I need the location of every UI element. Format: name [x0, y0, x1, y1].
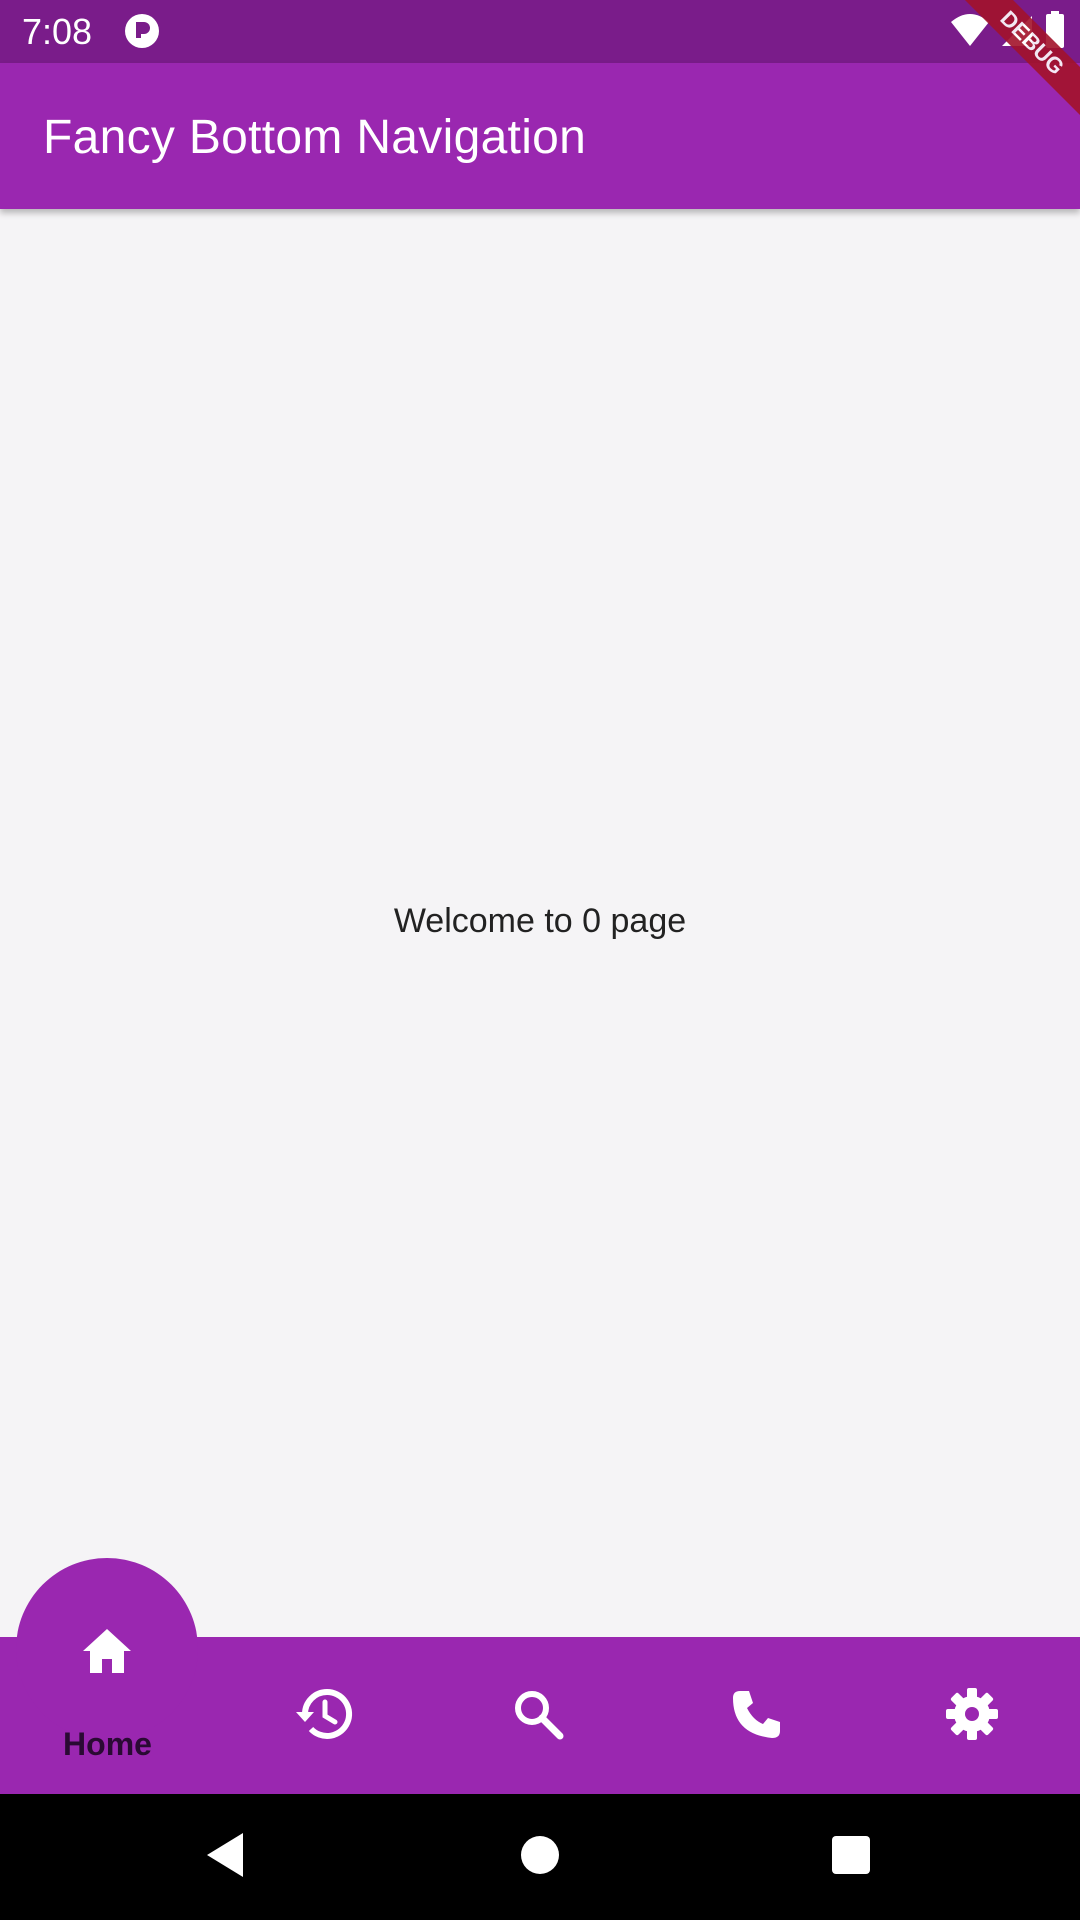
- notification-app-icon: [124, 13, 160, 49]
- nav-item-phone[interactable]: [726, 1686, 786, 1746]
- settings-icon: [945, 1687, 999, 1746]
- nav-item-home-label[interactable]: Home: [40, 1725, 175, 1763]
- system-navigation-bar: [0, 1794, 1080, 1920]
- back-icon: [203, 1831, 247, 1884]
- app-screen: 7:08 Fancy Bottom Navigation DEBUG Welco…: [0, 0, 1080, 1920]
- search-icon: [512, 1688, 564, 1745]
- square-icon: [831, 1835, 871, 1880]
- app-title: Fancy Bottom Navigation: [43, 111, 587, 164]
- page-content: Welcome to 0 page: [0, 209, 1080, 1637]
- app-bar: Fancy Bottom Navigation: [0, 63, 1080, 209]
- back-button[interactable]: [200, 1832, 250, 1882]
- home-system-button[interactable]: [515, 1832, 565, 1882]
- nav-item-history[interactable]: [294, 1686, 354, 1746]
- history-icon: [295, 1688, 353, 1745]
- nav-item-settings[interactable]: [942, 1686, 1002, 1746]
- welcome-message: Welcome to 0 page: [393, 902, 687, 940]
- circle-icon: [520, 1835, 560, 1880]
- recents-button[interactable]: [826, 1832, 876, 1882]
- phone-icon: [730, 1688, 782, 1745]
- status-bar: 7:08: [0, 0, 1080, 63]
- home-icon: [81, 1627, 133, 1680]
- nav-item-search[interactable]: [508, 1686, 568, 1746]
- nav-item-home[interactable]: [77, 1623, 137, 1683]
- status-time: 7:08: [22, 11, 93, 52]
